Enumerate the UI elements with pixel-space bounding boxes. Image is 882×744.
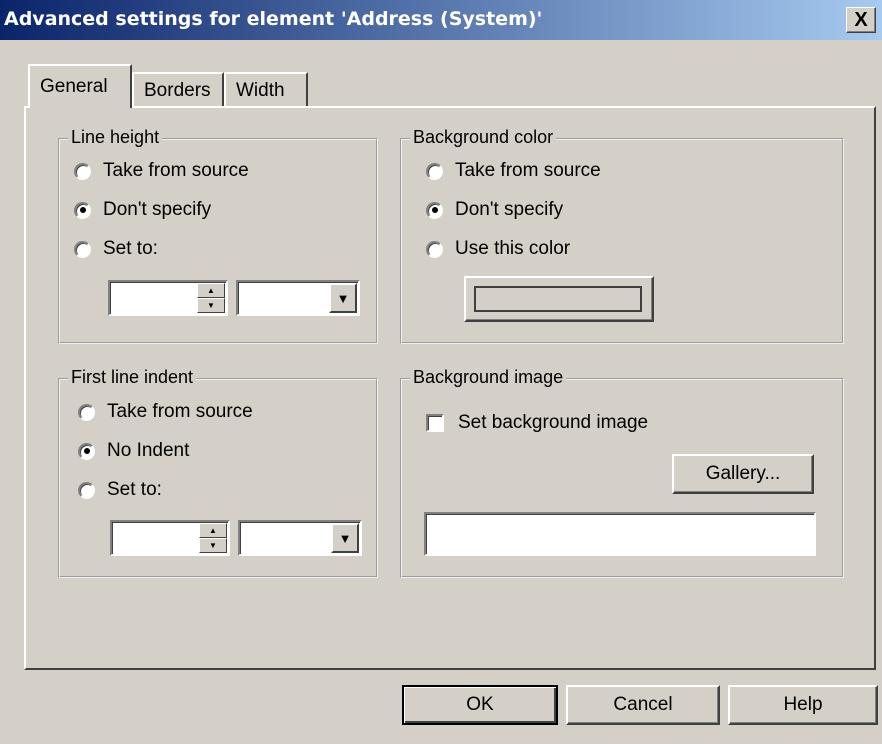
option-label: Use this color — [455, 238, 571, 259]
line-height-unit-select[interactable]: ▼ — [236, 280, 360, 316]
tab-general-label: General — [40, 76, 108, 97]
help-button[interactable]: Help — [728, 685, 878, 725]
line-height-value-input[interactable]: ▲ ▼ — [108, 280, 228, 316]
radio-icon — [74, 240, 91, 258]
checkbox-icon — [426, 414, 444, 432]
option-label: Take from source — [107, 401, 253, 422]
gallery-button-label: Gallery... — [705, 463, 781, 484]
option-label: Don't specify — [455, 199, 564, 220]
tab-width[interactable]: Width — [224, 72, 308, 108]
indent-value-input[interactable]: ▲ ▼ — [110, 520, 230, 556]
cancel-button[interactable]: Cancel — [566, 685, 720, 725]
radio-icon — [78, 403, 95, 421]
background-color-label: Background color — [410, 127, 557, 148]
gallery-button[interactable]: Gallery... — [672, 454, 814, 494]
line-height-label: Line height — [68, 127, 163, 148]
option-label: Take from source — [455, 160, 601, 181]
bg-color-take-from-source[interactable]: Take from source — [426, 160, 601, 182]
option-label: No Indent — [107, 440, 190, 461]
spin-up-icon[interactable]: ▲ — [199, 523, 227, 538]
spin-down-icon[interactable]: ▼ — [199, 538, 227, 553]
tab-borders[interactable]: Borders — [132, 72, 224, 108]
option-label: Don't specify — [103, 199, 212, 220]
window-title: Advanced settings for element 'Address (… — [4, 8, 543, 30]
checkbox-label: Set background image — [458, 412, 649, 433]
bg-color-dont-specify[interactable]: Don't specify — [426, 199, 563, 221]
background-image-path-field[interactable] — [424, 512, 816, 556]
radio-icon — [426, 162, 443, 180]
chevron-down-icon[interactable]: ▼ — [331, 523, 359, 553]
indent-set-to[interactable]: Set to: — [78, 479, 162, 501]
option-label: Set to: — [107, 479, 162, 500]
spin-down-icon[interactable]: ▼ — [197, 298, 225, 313]
radio-icon — [426, 240, 443, 258]
ok-button[interactable]: OK — [402, 685, 558, 725]
tab-width-label: Width — [236, 80, 285, 101]
radio-checked-icon — [78, 442, 95, 460]
indent-unit-select[interactable]: ▼ — [238, 520, 362, 556]
background-image-label: Background image — [410, 367, 567, 388]
spin-up-icon[interactable]: ▲ — [197, 283, 225, 298]
close-button[interactable]: X — [846, 7, 876, 33]
help-label: Help — [783, 694, 823, 715]
indent-no-indent[interactable]: No Indent — [78, 440, 189, 462]
color-picker-button[interactable] — [464, 276, 654, 322]
radio-checked-icon — [426, 201, 443, 219]
first-line-indent-label: First line indent — [68, 367, 197, 388]
line-height-take-from-source[interactable]: Take from source — [74, 160, 249, 182]
chevron-down-icon[interactable]: ▼ — [329, 283, 357, 313]
ok-label: OK — [466, 694, 494, 715]
line-height-dont-specify[interactable]: Don't specify — [74, 199, 211, 221]
set-background-image-checkbox[interactable]: Set background image — [426, 412, 648, 434]
option-label: Set to: — [103, 238, 158, 259]
radio-icon — [74, 162, 91, 180]
color-swatch — [474, 286, 642, 312]
cancel-label: Cancel — [613, 694, 673, 715]
title-bar: Advanced settings for element 'Address (… — [0, 0, 882, 40]
tab-borders-label: Borders — [144, 80, 211, 101]
indent-take-from-source[interactable]: Take from source — [78, 401, 253, 423]
tab-general[interactable]: General — [28, 64, 132, 108]
radio-checked-icon — [74, 201, 91, 219]
bg-color-use-this-color[interactable]: Use this color — [426, 238, 570, 260]
option-label: Take from source — [103, 160, 249, 181]
radio-icon — [78, 481, 95, 499]
line-height-set-to[interactable]: Set to: — [74, 238, 158, 260]
close-icon: X — [854, 9, 868, 31]
